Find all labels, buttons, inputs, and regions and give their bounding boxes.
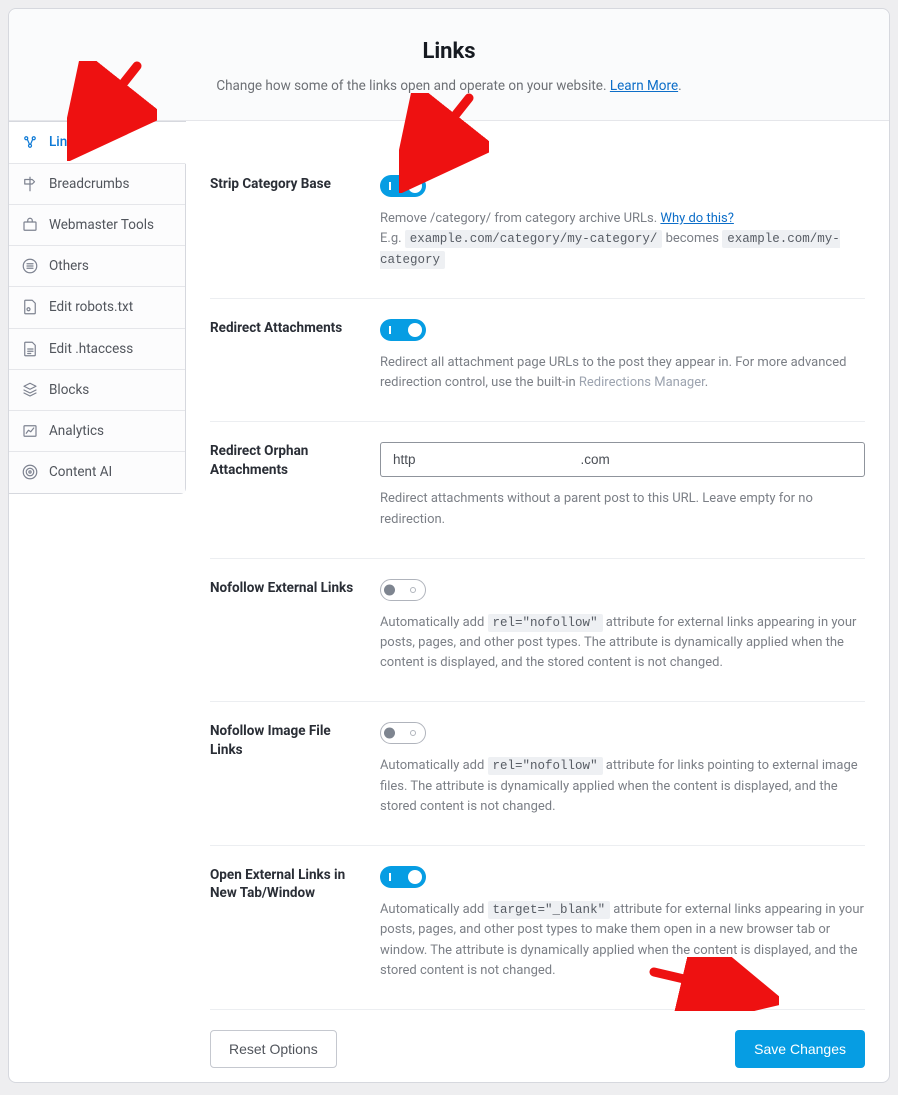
settings-sidebar: Links Breadcrumbs Webmaster Tools Others… <box>8 121 186 493</box>
desc-text: Automatically add <box>380 615 488 630</box>
list-icon <box>21 257 39 275</box>
subtitle-period: . <box>678 78 682 94</box>
reset-options-button[interactable]: Reset Options <box>210 1030 337 1068</box>
open-external-label: Open External Links in New Tab/Window <box>210 866 360 902</box>
sidebar-item-label: Edit robots.txt <box>49 297 133 317</box>
toolbox-icon <box>21 216 39 234</box>
desc-text: Remove /category/ from category archive … <box>380 211 660 226</box>
sidebar-item-label: Others <box>49 256 89 276</box>
page-subtitle: Change how some of the links open and op… <box>25 76 873 96</box>
sidebar-item-label: Blocks <box>49 380 89 400</box>
nofollow-external-desc: Automatically add rel="nofollow" attribu… <box>380 613 865 674</box>
open-external-toggle[interactable] <box>380 866 426 888</box>
redirect-orphan-label: Redirect Orphan Attachments <box>210 442 360 478</box>
redirect-attachments-toggle[interactable] <box>380 319 426 341</box>
signpost-icon <box>21 175 39 193</box>
blocks-icon <box>21 381 39 399</box>
sidebar-item-label: Webmaster Tools <box>49 215 154 235</box>
rel-nofollow-code: rel="nofollow" <box>488 614 603 632</box>
sidebar-item-label: Links <box>49 132 81 152</box>
sidebar-item-edit-htaccess[interactable]: Edit .htaccess <box>9 329 185 370</box>
why-do-this-link[interactable]: Why do this? <box>660 211 733 226</box>
sidebar-item-webmaster-tools[interactable]: Webmaster Tools <box>9 205 185 246</box>
settings-main: Strip Category Base Remove /category/ fr… <box>186 155 889 1076</box>
strip-category-desc: Remove /category/ from category archive … <box>380 209 865 270</box>
page-title: Links <box>25 35 873 68</box>
nofollow-image-label: Nofollow Image File Links <box>210 722 360 758</box>
becomes-text: becomes <box>666 231 719 246</box>
links-icon <box>21 133 39 151</box>
strip-category-toggle[interactable] <box>380 175 426 197</box>
open-external-desc: Automatically add target="_blank" attrib… <box>380 900 865 981</box>
subtitle-text: Change how some of the links open and op… <box>216 78 610 94</box>
nofollow-image-desc: Automatically add rel="nofollow" attribu… <box>380 756 865 817</box>
sidebar-item-label: Content AI <box>49 462 112 482</box>
sidebar-item-edit-robots[interactable]: Edit robots.txt <box>9 287 185 328</box>
sidebar-item-others[interactable]: Others <box>9 246 185 287</box>
sidebar-item-analytics[interactable]: Analytics <box>9 411 185 452</box>
sidebar-item-content-ai[interactable]: Content AI <box>9 452 185 492</box>
sidebar-item-breadcrumbs[interactable]: Breadcrumbs <box>9 164 185 205</box>
example-before-code: example.com/category/my-category/ <box>405 230 663 248</box>
file-text-icon <box>21 340 39 358</box>
desc-period: . <box>705 375 708 390</box>
chart-icon <box>21 422 39 440</box>
nofollow-image-toggle[interactable] <box>380 722 426 744</box>
eg-prefix: E.g. <box>380 231 402 246</box>
redirect-attachments-label: Redirect Attachments <box>210 319 360 337</box>
redirections-manager-link[interactable]: Redirections Manager <box>579 375 705 390</box>
redirect-orphan-desc: Redirect attachments without a parent po… <box>380 489 865 529</box>
sidebar-item-label: Breadcrumbs <box>49 174 129 194</box>
strip-category-label: Strip Category Base <box>210 175 360 193</box>
redirect-orphan-url-input[interactable] <box>380 442 865 477</box>
desc-text: Automatically add <box>380 758 488 773</box>
radar-icon <box>21 463 39 481</box>
sidebar-item-links[interactable]: Links <box>9 122 186 163</box>
learn-more-link[interactable]: Learn More <box>610 78 678 94</box>
target-blank-code: target="_blank" <box>488 901 611 919</box>
nofollow-external-toggle[interactable] <box>380 579 426 601</box>
save-changes-button[interactable]: Save Changes <box>735 1030 865 1068</box>
sidebar-item-label: Edit .htaccess <box>49 339 133 359</box>
file-shield-icon <box>21 298 39 316</box>
sidebar-item-label: Analytics <box>49 421 104 441</box>
redirect-attachments-desc: Redirect all attachment page URLs to the… <box>380 353 865 393</box>
rel-nofollow-code: rel="nofollow" <box>488 757 603 775</box>
sidebar-item-blocks[interactable]: Blocks <box>9 370 185 411</box>
desc-text: Automatically add <box>380 902 488 917</box>
panel-header: Links Change how some of the links open … <box>9 9 889 121</box>
nofollow-external-label: Nofollow External Links <box>210 579 360 597</box>
